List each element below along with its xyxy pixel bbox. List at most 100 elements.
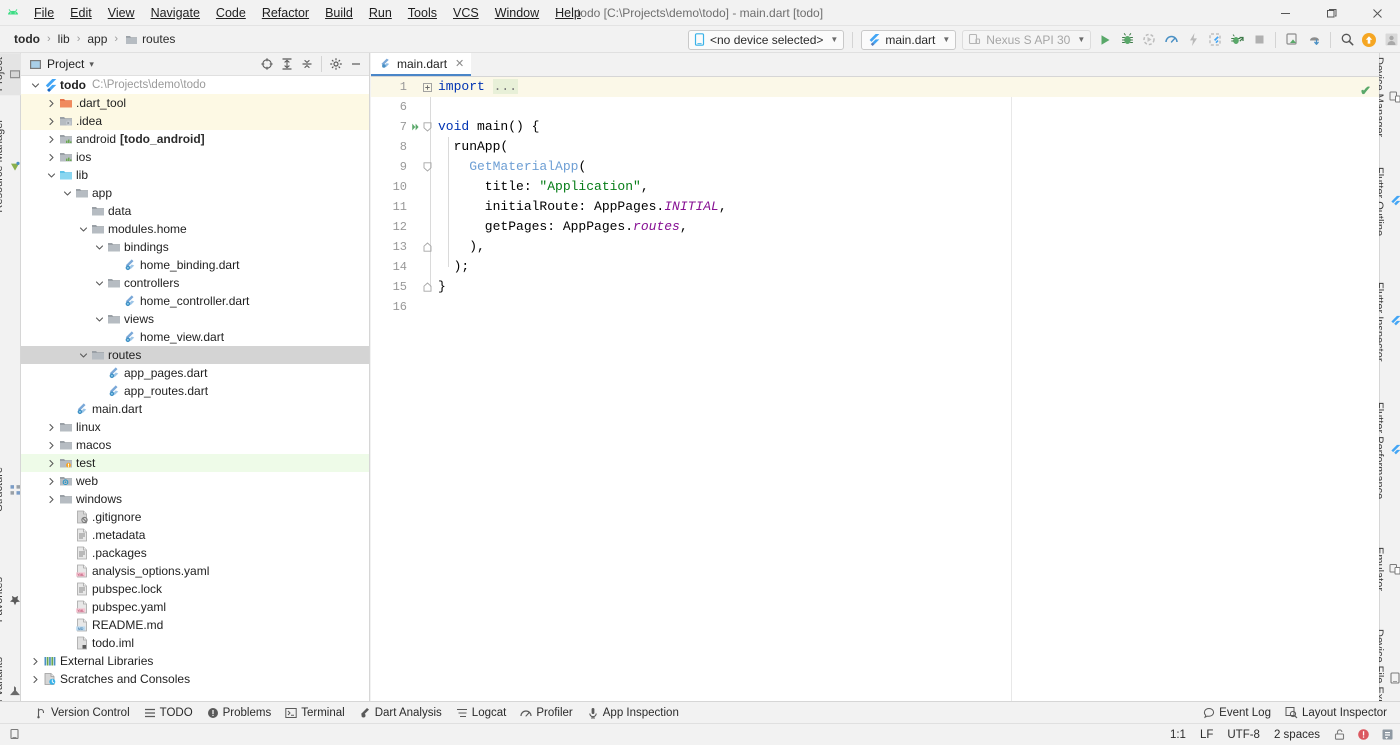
tree-item-bindings[interactable]: bindings <box>21 238 369 256</box>
device-selector-dropdown[interactable]: <no device selected> ▼ <box>688 29 845 50</box>
flutter-attach-icon[interactable] <box>1204 29 1226 51</box>
menu-view[interactable]: View <box>100 2 143 24</box>
tree-item-main-dart[interactable]: main.dart <box>21 400 369 418</box>
chevron-right-icon[interactable] <box>45 457 58 470</box>
tool-button-version-control[interactable]: Version Control <box>28 703 137 723</box>
lock-icon[interactable] <box>1330 726 1348 744</box>
sidebar-item-device-manager[interactable]: Device Manager <box>1373 53 1400 141</box>
code-line[interactable]: 10 title: "Application", <box>371 177 1379 197</box>
tree-item-ios[interactable]: ios <box>21 148 369 166</box>
breadcrumb-item-app[interactable]: app <box>83 31 111 47</box>
chevron-right-icon[interactable] <box>45 493 58 506</box>
tree-item-android[interactable]: android [todo_android] <box>21 130 369 148</box>
menu-edit[interactable]: Edit <box>62 2 100 24</box>
profile-icon[interactable] <box>1160 29 1182 51</box>
tree-item-windows[interactable]: windows <box>21 490 369 508</box>
collapse-all-icon[interactable] <box>298 55 316 73</box>
tree-item-linux[interactable]: linux <box>21 418 369 436</box>
tool-button-logcat[interactable]: Logcat <box>449 703 514 723</box>
attach-debugger-icon[interactable] <box>1226 29 1248 51</box>
code-line[interactable]: 1 import ... <box>371 77 1379 97</box>
chevron-right-icon[interactable] <box>45 421 58 434</box>
memory-indicator-icon[interactable] <box>6 726 24 744</box>
chevron-right-icon[interactable] <box>45 133 58 146</box>
chevron-right-icon[interactable] <box>45 97 58 110</box>
maximize-button[interactable] <box>1308 0 1354 26</box>
tree-item-macos[interactable]: macos <box>21 436 369 454</box>
tree-item-scratches-and-consoles[interactable]: Scratches and Consoles <box>21 670 369 688</box>
update-icon[interactable] <box>1358 29 1380 51</box>
chevron-down-icon[interactable]: ▾ <box>89 59 94 70</box>
tree-item-home-view-dart[interactable]: home_view.dart <box>21 328 369 346</box>
tree-item-idea[interactable]: .idea <box>21 112 369 130</box>
menu-build[interactable]: Build <box>317 2 361 24</box>
hide-panel-icon[interactable] <box>347 55 365 73</box>
sidebar-item-structure[interactable]: Structure <box>0 463 21 516</box>
code-line[interactable]: 8 runApp( <box>371 137 1379 157</box>
tree-item-web[interactable]: web <box>21 472 369 490</box>
tree-item-home-binding-dart[interactable]: home_binding.dart <box>21 256 369 274</box>
expand-all-icon[interactable] <box>278 55 296 73</box>
tree-item-todo[interactable]: todo C:\Projects\demo\todo <box>21 76 369 94</box>
code-line[interactable]: 12 getPages: AppPages.routes, <box>371 217 1379 237</box>
device-manager-icon[interactable] <box>1281 29 1303 51</box>
run-gutter-icon[interactable] <box>411 121 421 133</box>
chevron-down-icon[interactable] <box>93 313 106 326</box>
tree-item-lib[interactable]: lib <box>21 166 369 184</box>
menu-bar[interactable]: File Edit View Navigate Code Refactor Bu… <box>26 2 589 24</box>
sidebar-item-emulator[interactable]: Emulator <box>1373 543 1400 595</box>
tool-button-app-inspection[interactable]: App Inspection <box>580 703 686 723</box>
code-line[interactable]: 7 void main() { <box>371 117 1379 137</box>
menu-window[interactable]: Window <box>487 2 547 24</box>
account-icon[interactable] <box>1380 29 1400 51</box>
sidebar-item-flutter-performance[interactable]: Flutter Performance <box>1373 398 1400 503</box>
sidebar-item-favorites[interactable]: Favorites <box>0 573 21 626</box>
tool-button-terminal[interactable]: Terminal <box>278 703 351 723</box>
minimize-button[interactable] <box>1262 0 1308 26</box>
indent-size[interactable]: 2 spaces <box>1267 729 1327 741</box>
run-configuration-dropdown[interactable]: main.dart ▼ <box>861 29 957 50</box>
caret-position[interactable]: 1:1 <box>1163 729 1193 741</box>
fold-expand-icon[interactable] <box>421 82 433 92</box>
tool-button-layout-inspector[interactable]: Layout Inspector <box>1278 703 1394 723</box>
fold-collapse-icon[interactable] <box>421 122 433 132</box>
breadcrumb-item-routes[interactable]: routes <box>121 31 179 47</box>
tree-item-app-pages-dart[interactable]: app_pages.dart <box>21 364 369 382</box>
line-separator[interactable]: LF <box>1193 729 1220 741</box>
tree-item-metadata[interactable]: .metadata <box>21 526 369 544</box>
tree-item-pubspec-lock[interactable]: pubspec.lock <box>21 580 369 598</box>
code-line[interactable]: 14 ); <box>371 257 1379 277</box>
code-line[interactable]: 9 GetMaterialApp( <box>371 157 1379 177</box>
inspection-status-icon[interactable]: ✔ <box>1360 83 1371 99</box>
breadcrumb[interactable]: todo › lib › app › routes <box>0 31 179 47</box>
close-icon[interactable]: ✕ <box>455 57 464 70</box>
code-editor[interactable]: 1 import ... 6 7 void main() {8 runApp(9 Get… <box>371 77 1379 701</box>
sidebar-item-flutter-outline[interactable]: Flutter Outline <box>1373 163 1400 240</box>
code-line[interactable]: 13 ), <box>371 237 1379 257</box>
file-encoding[interactable]: UTF-8 <box>1220 729 1267 741</box>
breadcrumb-item-todo[interactable]: todo <box>10 31 44 47</box>
menu-run[interactable]: Run <box>361 2 400 24</box>
search-everywhere-icon[interactable] <box>1336 29 1358 51</box>
code-line[interactable]: 11 initialRoute: AppPages.INITIAL, <box>371 197 1379 217</box>
tree-item-views[interactable]: views <box>21 310 369 328</box>
chevron-right-icon[interactable] <box>45 475 58 488</box>
menu-help[interactable]: Help <box>547 2 589 24</box>
tree-item-home-controller-dart[interactable]: home_controller.dart <box>21 292 369 310</box>
code-line[interactable]: 15} <box>371 277 1379 297</box>
tool-button-profiler[interactable]: Profiler <box>513 703 579 723</box>
menu-vcs[interactable]: VCS <box>445 2 487 24</box>
tree-item-analysis-options-yaml[interactable]: YML analysis_options.yaml <box>21 562 369 580</box>
tree-item-packages[interactable]: .packages <box>21 544 369 562</box>
fold-end-icon[interactable] <box>421 282 433 292</box>
chevron-down-icon[interactable] <box>93 277 106 290</box>
stop-icon[interactable] <box>1248 29 1270 51</box>
tree-item-app[interactable]: app <box>21 184 369 202</box>
emulator-target-dropdown[interactable]: Nexus S API 30 ▼ <box>962 29 1092 50</box>
fold-collapse-icon[interactable] <box>421 162 433 172</box>
debug-icon[interactable] <box>1116 29 1138 51</box>
tree-item-pubspec-yaml[interactable]: YML pubspec.yaml <box>21 598 369 616</box>
tree-item-gitignore[interactable]: .gitignore <box>21 508 369 526</box>
code-line[interactable]: 6 <box>371 97 1379 117</box>
window-controls[interactable] <box>1262 0 1400 26</box>
